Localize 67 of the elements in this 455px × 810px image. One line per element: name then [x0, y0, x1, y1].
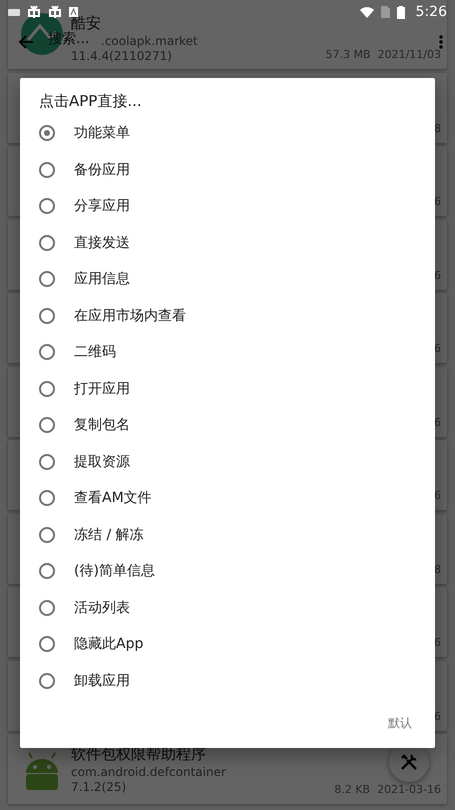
option-item[interactable]: 活动列表 — [20, 590, 435, 626]
radio-button[interactable] — [39, 563, 55, 580]
app-version: 11.4.4(2110271) — [71, 48, 172, 62]
option-item[interactable]: 直接发送 — [20, 224, 435, 261]
option-label: 分享应用 — [74, 197, 130, 216]
option-label: 在应用市场内查看 — [74, 306, 186, 325]
package-name: .coolapk.market — [101, 34, 198, 48]
radio-button[interactable] — [39, 198, 55, 214]
size-date: 8.2 KB 2021-03-16 — [334, 783, 441, 796]
dialog-title: 点击APP直接... — [39, 92, 143, 111]
radio-button[interactable] — [39, 234, 55, 251]
radio-button[interactable] — [39, 380, 55, 397]
radio-button[interactable] — [39, 636, 55, 652]
option-label: 应用信息 — [74, 270, 130, 288]
back-arrow-icon[interactable] — [18, 34, 34, 50]
option-item[interactable]: 复制包名 — [20, 407, 435, 444]
radio-button[interactable] — [39, 417, 55, 434]
option-item[interactable]: 功能菜单 — [20, 115, 435, 152]
radio-button[interactable] — [39, 308, 55, 324]
option-label: 功能菜单 — [74, 124, 130, 142]
option-item[interactable]: 打开应用 — [20, 370, 435, 407]
option-label: 卸载应用 — [74, 672, 130, 690]
option-label: 打开应用 — [74, 380, 130, 398]
radio-button[interactable] — [39, 672, 55, 689]
option-item[interactable]: 查看AM文件 — [20, 480, 435, 516]
option-item[interactable]: 在应用市场内查看 — [20, 298, 435, 334]
radio-button[interactable] — [39, 271, 55, 288]
option-item[interactable]: (待)简单信息 — [20, 553, 435, 590]
option-item[interactable]: 提取资源 — [20, 444, 435, 480]
radio-button[interactable] — [39, 600, 55, 616]
option-label: (待)简单信息 — [74, 562, 155, 580]
size-date: 57.3 MB 2021/11/03 — [326, 48, 441, 61]
notification-icon — [69, 7, 78, 17]
option-label: 复制包名 — [74, 416, 130, 434]
option-item[interactable]: 隐藏此App — [20, 626, 435, 662]
option-item[interactable]: 应用信息 — [20, 261, 435, 298]
radio-button[interactable] — [39, 162, 55, 178]
option-label: 直接发送 — [74, 234, 130, 252]
app-name: 酷安 — [71, 14, 101, 32]
radio-button[interactable] — [39, 125, 55, 142]
bug-icon — [27, 5, 41, 19]
option-label: 冻结 / 解冻 — [74, 526, 144, 544]
radio-button[interactable] — [39, 454, 55, 470]
tools-icon — [400, 753, 418, 771]
radio-button[interactable] — [39, 526, 55, 543]
clock: 5:26 — [416, 4, 447, 20]
package-name: com.android.defcontainer — [71, 764, 226, 778]
option-label: 查看AM文件 — [74, 489, 152, 508]
bug-icon — [48, 5, 62, 19]
option-label: 二维码 — [74, 343, 116, 362]
option-item[interactable]: 冻结 / 解冻 — [20, 516, 435, 553]
option-item[interactable]: 备份应用 — [20, 152, 435, 188]
more-options-icon[interactable] — [439, 35, 443, 49]
default-button[interactable]: 默认 — [386, 713, 414, 734]
option-item[interactable]: 卸载应用 — [20, 662, 435, 699]
option-label: 提取资源 — [74, 452, 130, 471]
wifi-icon — [360, 6, 374, 18]
option-label: 隐藏此App — [74, 635, 144, 654]
app-version: 7.1.2(25) — [71, 780, 126, 794]
option-item[interactable]: 分享应用 — [20, 188, 435, 224]
option-label: 活动列表 — [74, 598, 130, 617]
search-field[interactable]: 搜索... — [48, 31, 92, 47]
radio-button[interactable] — [39, 490, 55, 506]
option-label: 备份应用 — [74, 160, 130, 179]
option-item[interactable]: 二维码 — [20, 334, 435, 370]
app-logo-icon — [20, 12, 64, 56]
radio-button[interactable] — [39, 344, 55, 360]
